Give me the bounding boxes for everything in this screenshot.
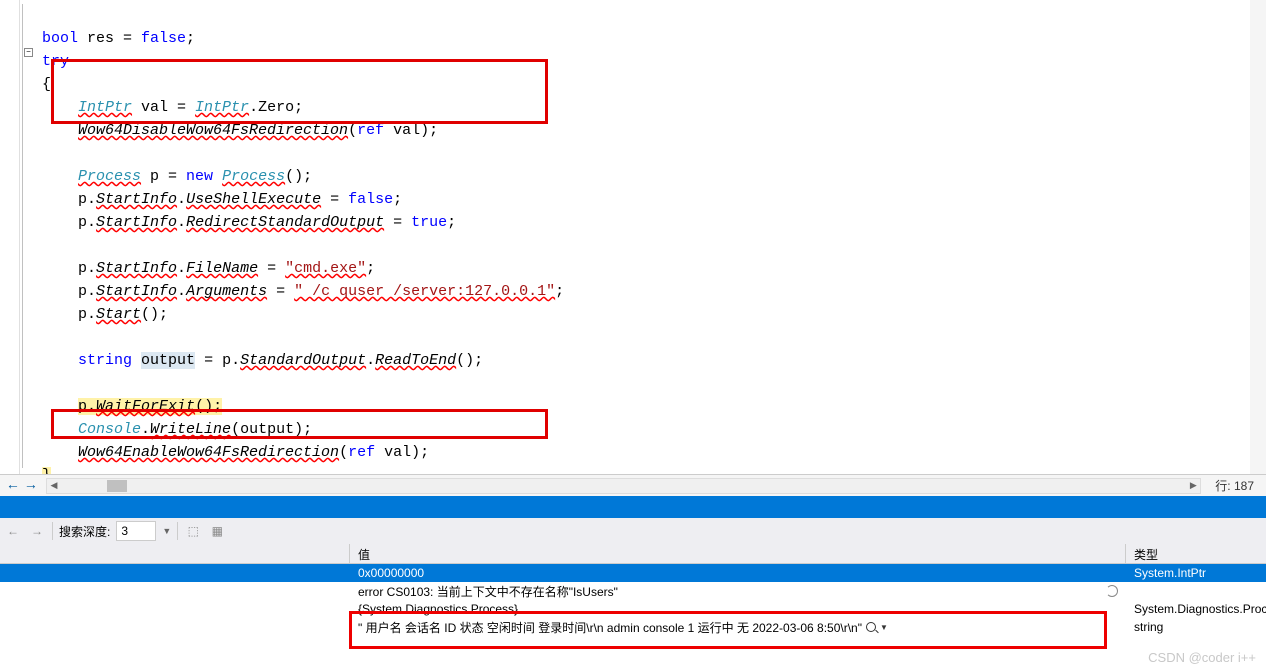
navigation-bar: ← → ◀ ▶ 行: 187 xyxy=(0,474,1266,496)
header-value[interactable]: 值 xyxy=(350,544,1126,563)
collapse-toggle[interactable]: − xyxy=(24,48,33,57)
watch-row[interactable]: error CS0103: 当前上下文中不存在名称"IsUsers" xyxy=(0,582,1266,600)
highlight-box-1 xyxy=(51,59,548,124)
watch-value-cell: 0x00000000 xyxy=(350,566,1126,580)
watch-type-cell: System.Diagnostics.Proce xyxy=(1126,602,1266,616)
var-output: output xyxy=(141,352,195,369)
separator xyxy=(52,522,53,540)
depth-label: 搜索深度: xyxy=(59,523,110,540)
panel-header-bar[interactable] xyxy=(0,496,1266,518)
header-type[interactable]: 类型 xyxy=(1126,544,1266,563)
watch-toolbar: ← → 搜索深度: ▼ ⬚ ▦ xyxy=(0,518,1266,544)
horizontal-scrollbar[interactable]: ◀ ▶ xyxy=(46,478,1201,494)
nav-forward-icon[interactable]: → xyxy=(22,477,40,495)
tool-icon-1[interactable]: ⬚ xyxy=(184,522,202,540)
highlight-box-3 xyxy=(349,611,1107,649)
watch-type-cell: System.IntPtr xyxy=(1126,566,1266,580)
nav-back-icon[interactable]: ← xyxy=(4,477,22,495)
outline-guide xyxy=(22,4,23,468)
scroll-right-icon[interactable]: ▶ xyxy=(1186,479,1200,493)
watch-column-headers: 值 类型 xyxy=(0,544,1266,564)
type-process: Process xyxy=(78,168,141,185)
tool-icon-2[interactable]: ▦ xyxy=(208,522,226,540)
keyword-bool: bool xyxy=(42,30,78,47)
depth-input[interactable] xyxy=(116,521,156,541)
scroll-left-icon[interactable]: ◀ xyxy=(47,479,61,493)
refresh-icon[interactable] xyxy=(1106,585,1118,597)
watch-value-cell: error CS0103: 当前上下文中不存在名称"IsUsers" xyxy=(350,583,1126,600)
code-editor[interactable]: − bool res = false; try { IntPtr val = I… xyxy=(0,0,1266,474)
nav-forward-watch-icon[interactable]: → xyxy=(28,522,46,540)
call-wow64enable: Wow64EnableWow64FsRedirection xyxy=(78,444,339,461)
line-number-info: 行: 187 xyxy=(1207,477,1262,494)
vertical-scrollbar[interactable] xyxy=(1250,0,1266,474)
watch-type-cell: string xyxy=(1126,620,1266,634)
separator xyxy=(177,522,178,540)
dropdown-icon[interactable]: ▼ xyxy=(162,526,171,536)
header-name[interactable] xyxy=(0,544,350,563)
nav-back-watch-icon[interactable]: ← xyxy=(4,522,22,540)
watch-row[interactable]: 0x00000000 System.IntPtr xyxy=(0,564,1266,582)
watermark: CSDN @coder i++ xyxy=(1148,650,1256,665)
highlight-box-2 xyxy=(51,409,548,439)
gutter xyxy=(0,0,20,474)
scroll-thumb[interactable] xyxy=(107,480,127,492)
call-wow64disable: Wow64DisableWow64FsRedirection xyxy=(78,122,348,139)
